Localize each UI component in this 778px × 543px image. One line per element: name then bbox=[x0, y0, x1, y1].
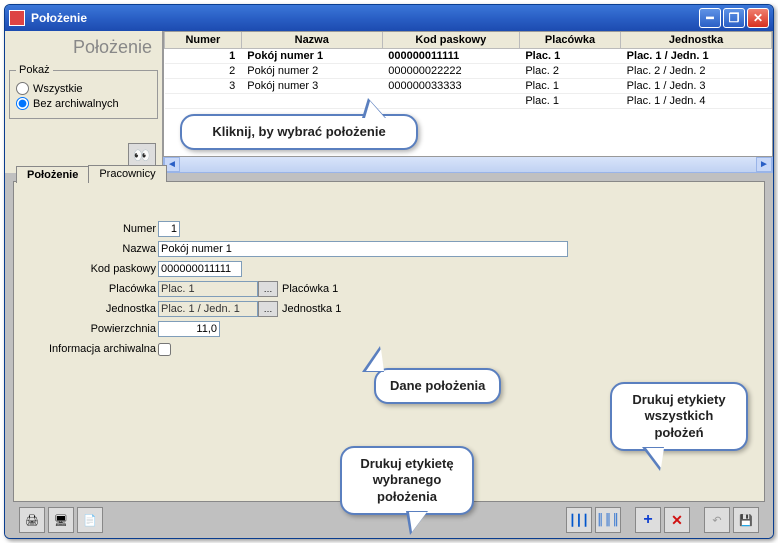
caption-jednostka: Jednostka 1 bbox=[282, 303, 341, 315]
cell-plac: Plac. 1 bbox=[519, 49, 620, 64]
title-bar: Położenie ━ ❐ ✕ bbox=[5, 5, 773, 31]
label-kod: Kod paskowy bbox=[26, 263, 158, 275]
table-header-row: Numer Nazwa Kod paskowy Placówka Jednost… bbox=[165, 32, 772, 49]
close-button[interactable]: ✕ bbox=[747, 8, 769, 28]
table-row[interactable]: 2 Pokój numer 2 000000022222 Plac. 2 Pla… bbox=[165, 64, 772, 79]
window-title: Położenie bbox=[31, 11, 87, 25]
cell-plac: Plac. 2 bbox=[519, 64, 620, 79]
cell-numer: 1 bbox=[165, 49, 242, 64]
search-button[interactable]: 👀 bbox=[128, 143, 156, 167]
barcode-all-icon: ║║║ bbox=[596, 514, 619, 526]
cell-plac: Plac. 1 bbox=[519, 79, 620, 94]
locations-table: Numer Nazwa Kod paskowy Placówka Jednost… bbox=[164, 32, 772, 109]
label-numer: Numer bbox=[26, 223, 158, 235]
cell-jedn: Plac. 1 / Jedn. 3 bbox=[621, 79, 772, 94]
radio-all-label: Wszystkie bbox=[33, 83, 83, 95]
left-pane: Położenie Pokaż Wszystkie Bez archiwalny… bbox=[5, 31, 163, 173]
col-nazwa[interactable]: Nazwa bbox=[241, 32, 382, 49]
browse-placowka-button[interactable]: … bbox=[258, 281, 278, 297]
maximize-button[interactable]: ❐ bbox=[723, 8, 745, 28]
table-row[interactable]: 1 Pokój numer 1 000000011111 Plac. 1 Pla… bbox=[165, 49, 772, 64]
callout-text: Dane położenia bbox=[390, 378, 485, 393]
print-label-all-button[interactable]: ║║║ bbox=[595, 507, 621, 533]
label-nazwa: Nazwa bbox=[26, 243, 158, 255]
x-icon: ✕ bbox=[671, 512, 683, 529]
callout-select-row: Kliknij, by wybrać położenie bbox=[180, 114, 418, 150]
cell-numer: 2 bbox=[165, 64, 242, 79]
label-arch: Informacja archiwalna bbox=[26, 343, 158, 355]
tab-pracownicy[interactable]: Pracownicy bbox=[88, 165, 166, 182]
print-label-selected-button[interactable]: ┃┃┃ bbox=[566, 507, 592, 533]
cell-kod: 000000011111 bbox=[382, 49, 519, 64]
label-pow: Powierzchnia bbox=[26, 323, 158, 335]
cell-numer bbox=[165, 94, 242, 109]
document-icon: 📄 bbox=[83, 514, 97, 527]
tabs: Położenie Pracownicy bbox=[16, 165, 166, 182]
input-powierzchnia[interactable] bbox=[158, 321, 220, 337]
cell-kod: 000000022222 bbox=[382, 64, 519, 79]
binoculars-icon: 👀 bbox=[133, 147, 150, 164]
cell-plac: Plac. 1 bbox=[519, 94, 620, 109]
callout-form-data: Dane położenia bbox=[374, 368, 501, 404]
callout-text: Drukuj etykietę wybranego położenia bbox=[360, 456, 453, 504]
table-row[interactable]: 3 Pokój numer 3 000000033333 Plac. 1 Pla… bbox=[165, 79, 772, 94]
undo-button[interactable]: ↶ bbox=[704, 507, 730, 533]
cell-kod: 000000033333 bbox=[382, 79, 519, 94]
label-jednostka: Jednostka bbox=[26, 303, 158, 315]
checkbox-archiwalna[interactable] bbox=[158, 343, 171, 356]
cell-jedn: Plac. 2 / Jedn. 2 bbox=[621, 64, 772, 79]
minimize-button[interactable]: ━ bbox=[699, 8, 721, 28]
caption-placowka: Placówka 1 bbox=[282, 283, 338, 295]
scroll-right-icon[interactable]: ► bbox=[756, 157, 772, 172]
table-row[interactable]: Plac. 1 Plac. 1 / Jedn. 4 bbox=[165, 94, 772, 109]
tab-polozenie[interactable]: Położenie bbox=[16, 166, 89, 183]
page-title: Położenie bbox=[9, 35, 158, 64]
cell-jedn: Plac. 1 / Jedn. 4 bbox=[621, 94, 772, 109]
radio-noarchive-label: Bez archiwalnych bbox=[33, 98, 119, 110]
delete-button[interactable]: ✕ bbox=[664, 507, 690, 533]
input-nazwa[interactable] bbox=[158, 241, 568, 257]
app-icon bbox=[9, 10, 25, 26]
table-pane: Numer Nazwa Kod paskowy Placówka Jednost… bbox=[163, 31, 773, 173]
col-kod[interactable]: Kod paskowy bbox=[382, 32, 519, 49]
barcode-single-icon: ┃┃┃ bbox=[569, 514, 589, 527]
input-placowka bbox=[158, 281, 258, 297]
callout-print-all: Drukuj etykiety wszystkich położeń bbox=[610, 382, 748, 451]
cell-nazwa: Pokój numer 1 bbox=[241, 49, 382, 64]
save-icon: 💾 bbox=[739, 514, 753, 527]
export-icon: 🖥 bbox=[54, 514, 68, 527]
export-button[interactable]: 🖥 bbox=[48, 507, 74, 533]
callout-print-selected: Drukuj etykietę wybranego położenia bbox=[340, 446, 474, 515]
callout-text: Drukuj etykiety wszystkich położeń bbox=[632, 392, 725, 440]
browse-jednostka-button[interactable]: … bbox=[258, 301, 278, 317]
scroll-track[interactable] bbox=[180, 157, 756, 172]
cell-nazwa: Pokój numer 3 bbox=[241, 79, 382, 94]
input-numer[interactable] bbox=[158, 221, 180, 237]
add-button[interactable]: + bbox=[635, 507, 661, 533]
callout-text: Kliknij, by wybrać położenie bbox=[212, 124, 385, 139]
radio-all[interactable] bbox=[16, 82, 29, 95]
cell-numer: 3 bbox=[165, 79, 242, 94]
report-button[interactable]: 📄 bbox=[77, 507, 103, 533]
radio-noarchive[interactable] bbox=[16, 97, 29, 110]
filter-groupbox: Pokaż Wszystkie Bez archiwalnych bbox=[9, 64, 158, 119]
save-button[interactable]: 💾 bbox=[733, 507, 759, 533]
label-placowka: Placówka bbox=[26, 283, 158, 295]
undo-icon: ↶ bbox=[712, 514, 721, 527]
input-kod[interactable] bbox=[158, 261, 242, 277]
col-jedn[interactable]: Jednostka bbox=[621, 32, 772, 49]
filter-legend: Pokaż bbox=[16, 64, 53, 76]
upper-region: Położenie Pokaż Wszystkie Bez archiwalny… bbox=[5, 31, 773, 173]
horizontal-scrollbar[interactable]: ◄ ► bbox=[163, 157, 773, 173]
cell-kod bbox=[382, 94, 519, 109]
printer-icon: 🖨 bbox=[25, 514, 39, 527]
cell-jedn: Plac. 1 / Jedn. 1 bbox=[621, 49, 772, 64]
plus-icon: + bbox=[643, 511, 652, 529]
print-button[interactable]: 🖨 bbox=[19, 507, 45, 533]
form-area: Numer Nazwa Kod paskowy Placówka … bbox=[14, 182, 764, 372]
input-jednostka bbox=[158, 301, 258, 317]
col-numer[interactable]: Numer bbox=[165, 32, 242, 49]
col-plac[interactable]: Placówka bbox=[519, 32, 620, 49]
cell-nazwa: Pokój numer 2 bbox=[241, 64, 382, 79]
